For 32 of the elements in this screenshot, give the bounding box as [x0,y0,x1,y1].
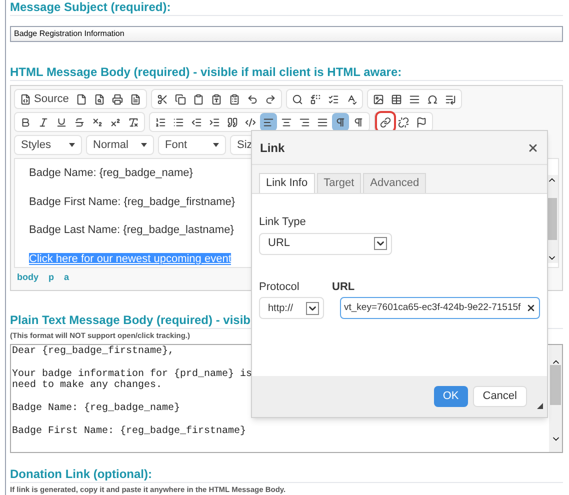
protocol-select[interactable]: http:// [259,297,324,319]
dropdown[interactable]: Font [158,135,226,155]
text-line: Badge Name: {reg_badge_name} [12,403,180,415]
section-heading: Message Subject (required): [10,0,171,15]
dialog-title: Link [260,140,285,156]
dialog-tab[interactable]: Link Info [259,173,315,193]
link-type-select[interactable]: URL [259,232,392,254]
toolbar-button[interactable]: Source [17,90,72,108]
paragraph: Badge Name: {reg_badge_name} [29,166,193,181]
paragraph: Badge Last Name: {reg_badge_lastname} [29,223,234,238]
section-heading: Donation Link (optional): [10,466,152,482]
field-label: URL [332,280,356,294]
subject-field[interactable]: Badge Registration Information [10,26,563,42]
cancel-button[interactable]: Cancel [472,386,527,407]
dropdown-label: Siz [237,138,252,153]
text-line: Your badge information for {prd_name} is [12,368,252,380]
text-line: Dear {reg_badge_firstname}, [12,346,174,358]
dialog-tab[interactable]: Advanced [363,173,426,193]
dropdown[interactable]: Styles [14,135,82,155]
paragraph: Badge First Name: {reg_badge_firstname} [29,194,236,210]
field-label: Protocol [259,280,300,294]
dropdown-label: Normal [93,138,128,153]
dialog-tab[interactable]: Target [316,173,362,193]
section-heading: HTML Message Body (required) - visible if mail client is HTML aware: [10,65,402,80]
url-field[interactable]: vt_key=7601ca65-ec3f-424b-9e22-71515f [340,297,540,319]
text-line: need to make any changes. [12,380,162,392]
dropdown-label: Font [165,138,188,153]
dropdown[interactable]: Normal [86,135,154,155]
dropdown-label: Styles [21,138,51,153]
field-label: Link Type [259,215,307,230]
text-line: Badge First Name: {reg_badge_firstname} [12,426,246,438]
section-heading: Plain Text Message Body (required) - visib [10,312,251,328]
